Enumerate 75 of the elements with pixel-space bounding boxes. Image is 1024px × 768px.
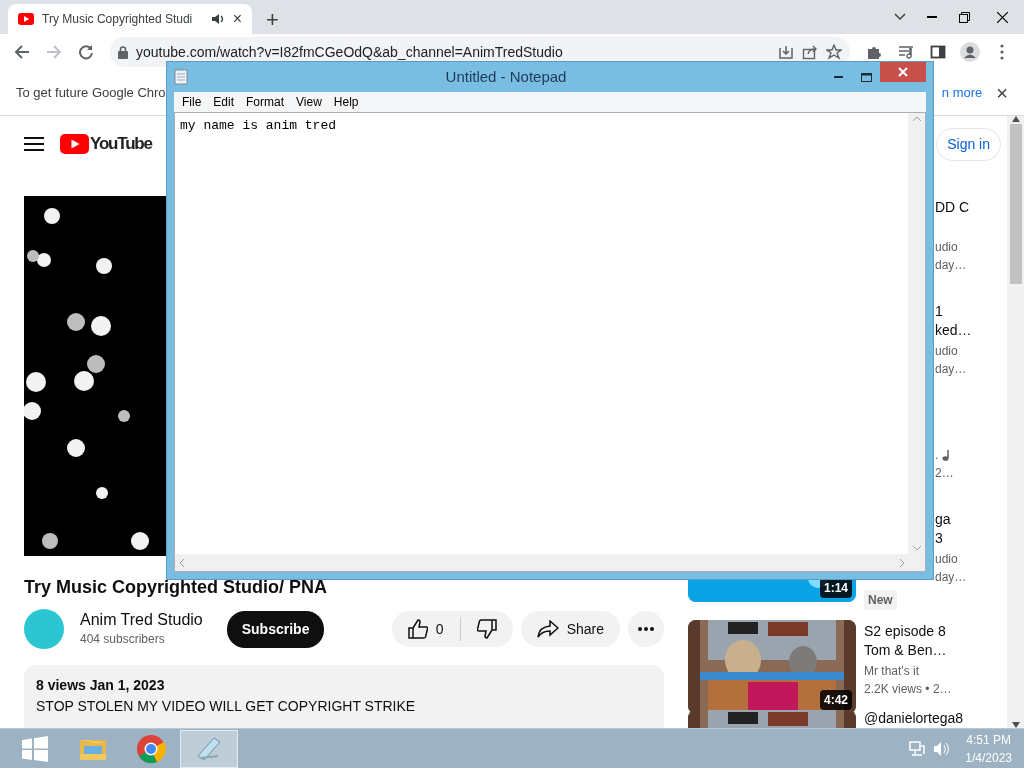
new-tab-button[interactable]: + xyxy=(266,9,279,31)
sidebar-video-title[interactable]: @danielortega8 xyxy=(864,710,964,726)
share-arrow-icon xyxy=(536,620,559,638)
new-label: New xyxy=(864,590,897,610)
sign-in-button[interactable]: Sign in xyxy=(936,127,1001,161)
play-icon xyxy=(60,134,89,154)
sidebar-video-meta: 2.2K views • 2… xyxy=(864,681,952,698)
menu-item[interactable]: Help xyxy=(327,93,365,111)
sidebar-channel-name: udio xyxy=(935,343,958,360)
sidebar-video-meta: day… xyxy=(935,569,967,586)
sidebar-video-meta: day… xyxy=(935,257,968,274)
menu-item[interactable]: Edit xyxy=(207,93,241,111)
sidebar-video-title[interactable]: Tom & Ben… xyxy=(864,641,952,660)
menu-item[interactable]: View xyxy=(290,93,328,111)
sidebar-video-meta: day… xyxy=(935,361,968,378)
sidebar-channel-name: Mr that's it xyxy=(864,663,919,680)
close-icon xyxy=(898,67,908,77)
more-actions-button[interactable] xyxy=(628,611,664,647)
more-icon xyxy=(638,627,654,631)
sidebar-video-title[interactable]: S2 episode 8 xyxy=(864,622,952,641)
close-icon[interactable] xyxy=(996,11,1008,23)
tab-title: Try Music Copyrighted Studi xyxy=(42,11,194,28)
menu-icon[interactable] xyxy=(24,137,44,151)
scroll-up-icon[interactable] xyxy=(1011,116,1020,122)
lock-icon xyxy=(118,45,128,59)
windows-start-icon[interactable] xyxy=(22,735,48,762)
sidebar-video-title[interactable]: ga xyxy=(935,510,967,529)
sidebar-video-title[interactable]: 1 xyxy=(935,302,972,321)
close-button[interactable] xyxy=(880,62,926,82)
infobar-message: To get future Google Chro xyxy=(16,83,166,102)
sidebar-video-title[interactable]: ked… xyxy=(935,321,972,340)
share-button[interactable]: Share xyxy=(520,611,620,647)
back-icon[interactable] xyxy=(14,44,30,60)
thumbs-up-icon xyxy=(407,619,428,639)
chrome-icon xyxy=(136,733,166,764)
notepad-icon xyxy=(174,69,188,85)
learn-more-link[interactable]: n more xyxy=(941,82,983,103)
sidebar-video-title[interactable]: DD C xyxy=(935,198,970,217)
tab-close-button[interactable]: × xyxy=(232,11,242,27)
sidebar-video-meta: 2… xyxy=(935,465,954,482)
maximize-icon[interactable] xyxy=(860,72,872,82)
video-title: Try Music Copyrighted Studio/ PNA xyxy=(24,576,329,599)
menu-item[interactable]: Format xyxy=(240,93,291,111)
infobar-close-button[interactable]: × xyxy=(996,77,1008,108)
youtube-icon xyxy=(18,13,34,25)
scrollbar-thumb[interactable] xyxy=(1009,124,1022,284)
window-title: Untitled - Notepad xyxy=(444,66,568,87)
description-panel[interactable]: 8 views Jan 1, 2023 STOP STOLEN MY VIDEO WILL GET COPYRIGHT STRIKE xyxy=(24,665,664,728)
video-meta: 8 views Jan 1, 2023 xyxy=(36,676,166,695)
sidebar-channel-name: udio xyxy=(935,239,958,256)
minimize-icon[interactable] xyxy=(833,76,843,78)
more-icon[interactable] xyxy=(1000,44,1004,60)
reload-icon[interactable] xyxy=(78,44,94,60)
chevron-down-icon[interactable] xyxy=(894,13,906,21)
browser-tab[interactable]: Try Music Copyrighted Studi × xyxy=(8,4,252,34)
subscriber-count: 404 subscribers xyxy=(80,631,166,648)
sidebar-channel-name: . xyxy=(935,447,939,464)
sidebar-channel-name: udio xyxy=(935,551,958,568)
restore-icon[interactable] xyxy=(958,11,970,23)
youtube-logo[interactable]: YouTube xyxy=(60,131,152,157)
profile-icon[interactable] xyxy=(960,42,980,62)
thumbs-down-icon[interactable] xyxy=(476,619,497,639)
side-panel-icon[interactable] xyxy=(930,44,946,60)
star-icon[interactable] xyxy=(826,44,842,60)
subscribe-button[interactable]: Subscribe xyxy=(226,610,325,648)
playlist-icon[interactable] xyxy=(898,44,914,60)
install-icon[interactable] xyxy=(778,44,794,60)
speaker-icon[interactable] xyxy=(210,13,225,25)
logo-text: YouTube xyxy=(90,133,152,156)
channel-name[interactable]: Anim Tred Studio xyxy=(80,610,203,630)
puzzle-icon[interactable] xyxy=(866,44,882,60)
sidebar-video-title[interactable]: 3 xyxy=(935,529,967,548)
description-text: STOP STOLEN MY VIDEO WILL GET COPYRIGHT STRIKE xyxy=(36,697,417,716)
share-icon[interactable] xyxy=(802,44,818,60)
menu-item[interactable]: File xyxy=(176,93,208,111)
